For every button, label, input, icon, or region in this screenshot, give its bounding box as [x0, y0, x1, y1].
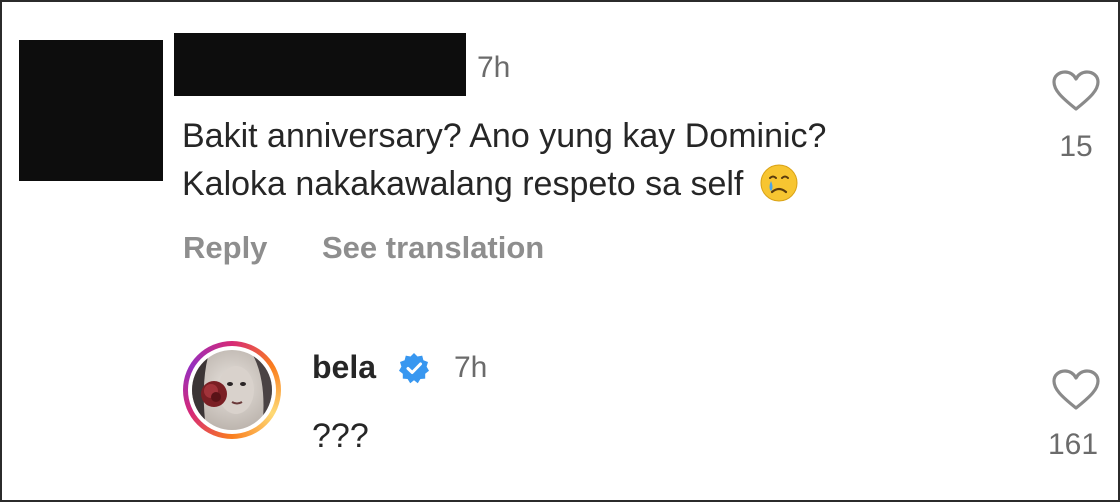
reply-like-count: 161 [1047, 428, 1099, 461]
heart-icon[interactable] [1051, 69, 1101, 113]
comment-text-line-2: Kaloka nakakawalang respeto sa self [182, 165, 744, 203]
reply-timestamp: 7h [454, 351, 488, 384]
see-translation-button[interactable]: See translation [322, 230, 544, 266]
comment-text-line-1: Bakit anniversary? Ano yung kay Dominic? [182, 117, 827, 155]
reply-button[interactable]: Reply [183, 230, 267, 266]
avatar-photo-image [192, 350, 272, 430]
comment-thread: 7h Bakit anniversary? Ano yung kay Domin… [0, 0, 1120, 502]
avatar [192, 350, 272, 430]
comment-like-count: 15 [1059, 130, 1093, 163]
redacted-avatar [19, 40, 163, 181]
heart-icon[interactable] [1051, 368, 1101, 412]
comment-text-line-2-wrapper: Kaloka nakakawalang respeto sa self [182, 161, 799, 207]
reply-username[interactable]: bela [312, 349, 376, 386]
avatar-border [188, 346, 276, 434]
reply-text: ??? [312, 417, 369, 455]
redacted-username [174, 33, 466, 96]
comment-timestamp: 7h [477, 51, 511, 84]
verified-badge-icon [399, 353, 429, 384]
avatar-story-ring[interactable] [183, 341, 281, 439]
crying-face-emoji [760, 164, 798, 202]
